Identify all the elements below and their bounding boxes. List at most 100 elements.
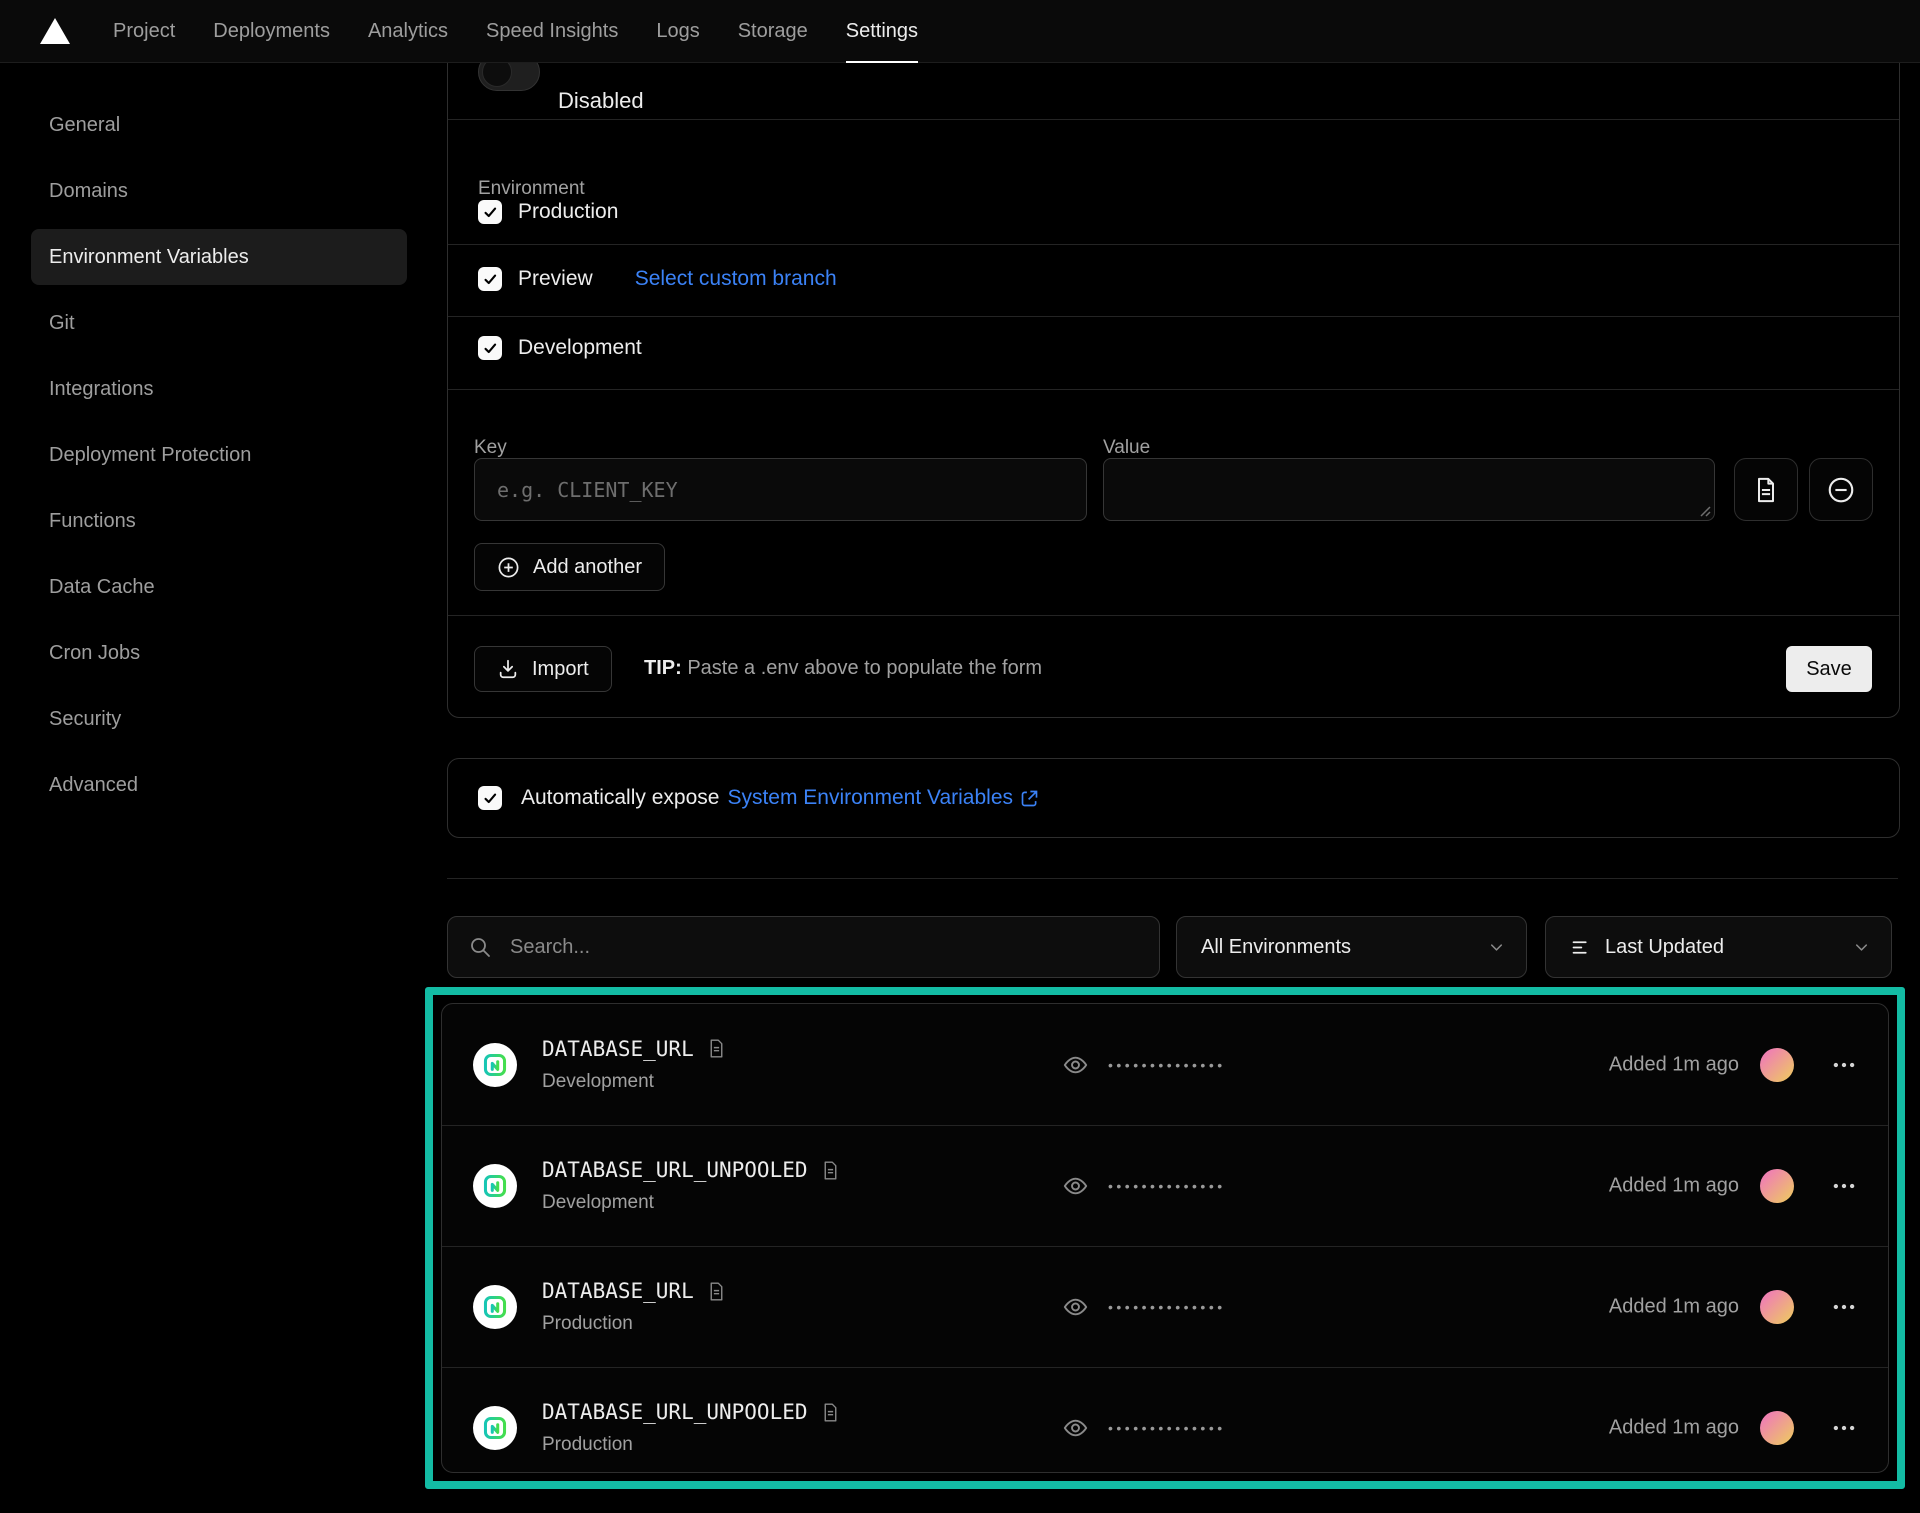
section-divider <box>447 878 1898 879</box>
vercel-logo-icon[interactable] <box>40 18 70 44</box>
nav-tab-settings[interactable]: Settings <box>827 0 937 62</box>
search-input[interactable] <box>508 935 1139 960</box>
neon-integration-icon <box>473 1164 517 1208</box>
masked-value: •••••••••••••• <box>1108 1057 1226 1073</box>
production-label: Production <box>518 200 618 224</box>
sidebar-item-cron-jobs[interactable]: Cron Jobs <box>31 625 407 681</box>
added-timestamp: Added 1m ago <box>1609 1053 1739 1076</box>
preview-checkbox[interactable] <box>478 267 502 291</box>
masked-value: •••••••••••••• <box>1108 1178 1226 1194</box>
note-icon[interactable] <box>706 1038 727 1059</box>
reveal-value-eye-icon[interactable] <box>1062 1173 1089 1200</box>
env-var-name-text: DATABASE_URL <box>542 1279 694 1303</box>
nav-tab-deployments[interactable]: Deployments <box>194 0 349 62</box>
import-button[interactable]: Import <box>474 646 612 692</box>
environment-option-development: Development <box>478 336 642 360</box>
check-icon <box>482 204 499 221</box>
minus-circle-icon <box>1826 475 1856 505</box>
nav-tab-analytics[interactable]: Analytics <box>349 0 467 62</box>
add-another-button[interactable]: Add another <box>474 543 665 591</box>
env-var-environment: Development <box>542 1192 654 1214</box>
sidebar-item-functions[interactable]: Functions <box>31 493 407 549</box>
environment-filter-value: All Environments <box>1201 936 1487 959</box>
sidebar-item-environment-variables[interactable]: Environment Variables <box>31 229 407 285</box>
reveal-value-eye-icon[interactable] <box>1062 1294 1089 1321</box>
env-var-name: DATABASE_URL_UNPOOLED <box>542 1400 841 1424</box>
search-box <box>447 916 1160 978</box>
sidebar-item-general[interactable]: General <box>31 97 407 153</box>
reveal-value-eye-icon[interactable] <box>1062 1415 1089 1442</box>
sidebar-item-integrations[interactable]: Integrations <box>31 361 407 417</box>
member-avatar <box>1760 1411 1794 1445</box>
sort-value: Last Updated <box>1605 936 1852 959</box>
auto-expose-checkbox[interactable] <box>478 786 502 810</box>
row-menu-button[interactable] <box>1822 1406 1866 1450</box>
sort-dropdown[interactable]: Last Updated <box>1545 916 1892 978</box>
env-var-list: DATABASE_URL Development •••••••••••••• … <box>441 1003 1889 1473</box>
row-menu-button[interactable] <box>1822 1043 1866 1087</box>
added-timestamp: Added 1m ago <box>1609 1417 1739 1440</box>
production-checkbox[interactable] <box>478 200 502 224</box>
sidebar-item-security[interactable]: Security <box>31 691 407 747</box>
system-env-vars-link-text: System Environment Variables <box>727 786 1013 810</box>
environment-filter-dropdown[interactable]: All Environments <box>1176 916 1527 978</box>
nav-tab-speed-insights[interactable]: Speed Insights <box>467 0 637 62</box>
row-menu-button[interactable] <box>1822 1285 1866 1329</box>
neon-integration-icon <box>473 1285 517 1329</box>
check-icon <box>482 271 499 288</box>
sort-icon <box>1570 937 1591 958</box>
env-var-row: DATABASE_URL_UNPOOLED Production •••••••… <box>442 1367 1888 1473</box>
app-window: Disabled Environment Production Preview … <box>0 0 1920 1513</box>
nav-tab-project[interactable]: Project <box>94 0 194 62</box>
chevron-down-icon <box>1852 938 1871 957</box>
env-var-editor-card: Disabled Environment Production Preview … <box>447 30 1900 718</box>
env-var-name-text: DATABASE_URL <box>542 1037 694 1061</box>
add-another-label: Add another <box>533 556 642 579</box>
note-icon[interactable] <box>706 1281 727 1302</box>
select-custom-branch-link[interactable]: Select custom branch <box>635 267 837 291</box>
sidebar-item-domains[interactable]: Domains <box>31 163 407 219</box>
toggle-label: Disabled <box>558 88 644 114</box>
key-input[interactable] <box>474 458 1087 521</box>
env-var-environment: Production <box>542 1434 633 1456</box>
added-timestamp: Added 1m ago <box>1609 1296 1739 1319</box>
env-var-name-text: DATABASE_URL_UNPOOLED <box>542 1158 808 1182</box>
key-field-label: Key <box>474 437 507 459</box>
nav-tab-logs[interactable]: Logs <box>637 0 718 62</box>
env-var-environment: Production <box>542 1313 633 1335</box>
file-icon <box>1752 476 1780 504</box>
plus-circle-icon <box>497 556 520 579</box>
development-checkbox[interactable] <box>478 336 502 360</box>
value-field-label: Value <box>1103 437 1150 459</box>
nav-tab-storage[interactable]: Storage <box>719 0 827 62</box>
external-link-icon <box>1019 788 1040 809</box>
member-avatar <box>1760 1290 1794 1324</box>
paste-file-button[interactable] <box>1734 458 1798 521</box>
neon-integration-icon <box>473 1043 517 1087</box>
sidebar-item-git[interactable]: Git <box>31 295 407 351</box>
value-input[interactable] <box>1103 458 1715 521</box>
ellipsis-icon <box>1831 1173 1857 1199</box>
tip-body: Paste a .env above to populate the form <box>682 657 1042 679</box>
auto-expose-text: Automatically expose <box>521 786 719 810</box>
divider <box>448 244 1899 245</box>
system-env-vars-link[interactable]: System Environment Variables <box>727 786 1040 810</box>
sidebar-item-deployment-protection[interactable]: Deployment Protection <box>31 427 407 483</box>
reveal-value-eye-icon[interactable] <box>1062 1051 1089 1078</box>
remove-row-button[interactable] <box>1809 458 1873 521</box>
note-icon[interactable] <box>820 1160 841 1181</box>
divider <box>448 119 1899 120</box>
download-icon <box>497 658 519 680</box>
row-menu-button[interactable] <box>1822 1164 1866 1208</box>
divider <box>448 316 1899 317</box>
divider <box>448 389 1899 390</box>
top-nav: Project Deployments Analytics Speed Insi… <box>0 0 1920 63</box>
sidebar-item-data-cache[interactable]: Data Cache <box>31 559 407 615</box>
env-var-row: DATABASE_URL Production •••••••••••••• A… <box>442 1246 1888 1367</box>
sidebar-item-advanced[interactable]: Advanced <box>31 757 407 813</box>
save-button[interactable]: Save <box>1786 646 1872 692</box>
ellipsis-icon <box>1831 1052 1857 1078</box>
note-icon[interactable] <box>820 1402 841 1423</box>
masked-value: •••••••••••••• <box>1108 1420 1226 1436</box>
environment-section-label: Environment <box>478 178 585 200</box>
